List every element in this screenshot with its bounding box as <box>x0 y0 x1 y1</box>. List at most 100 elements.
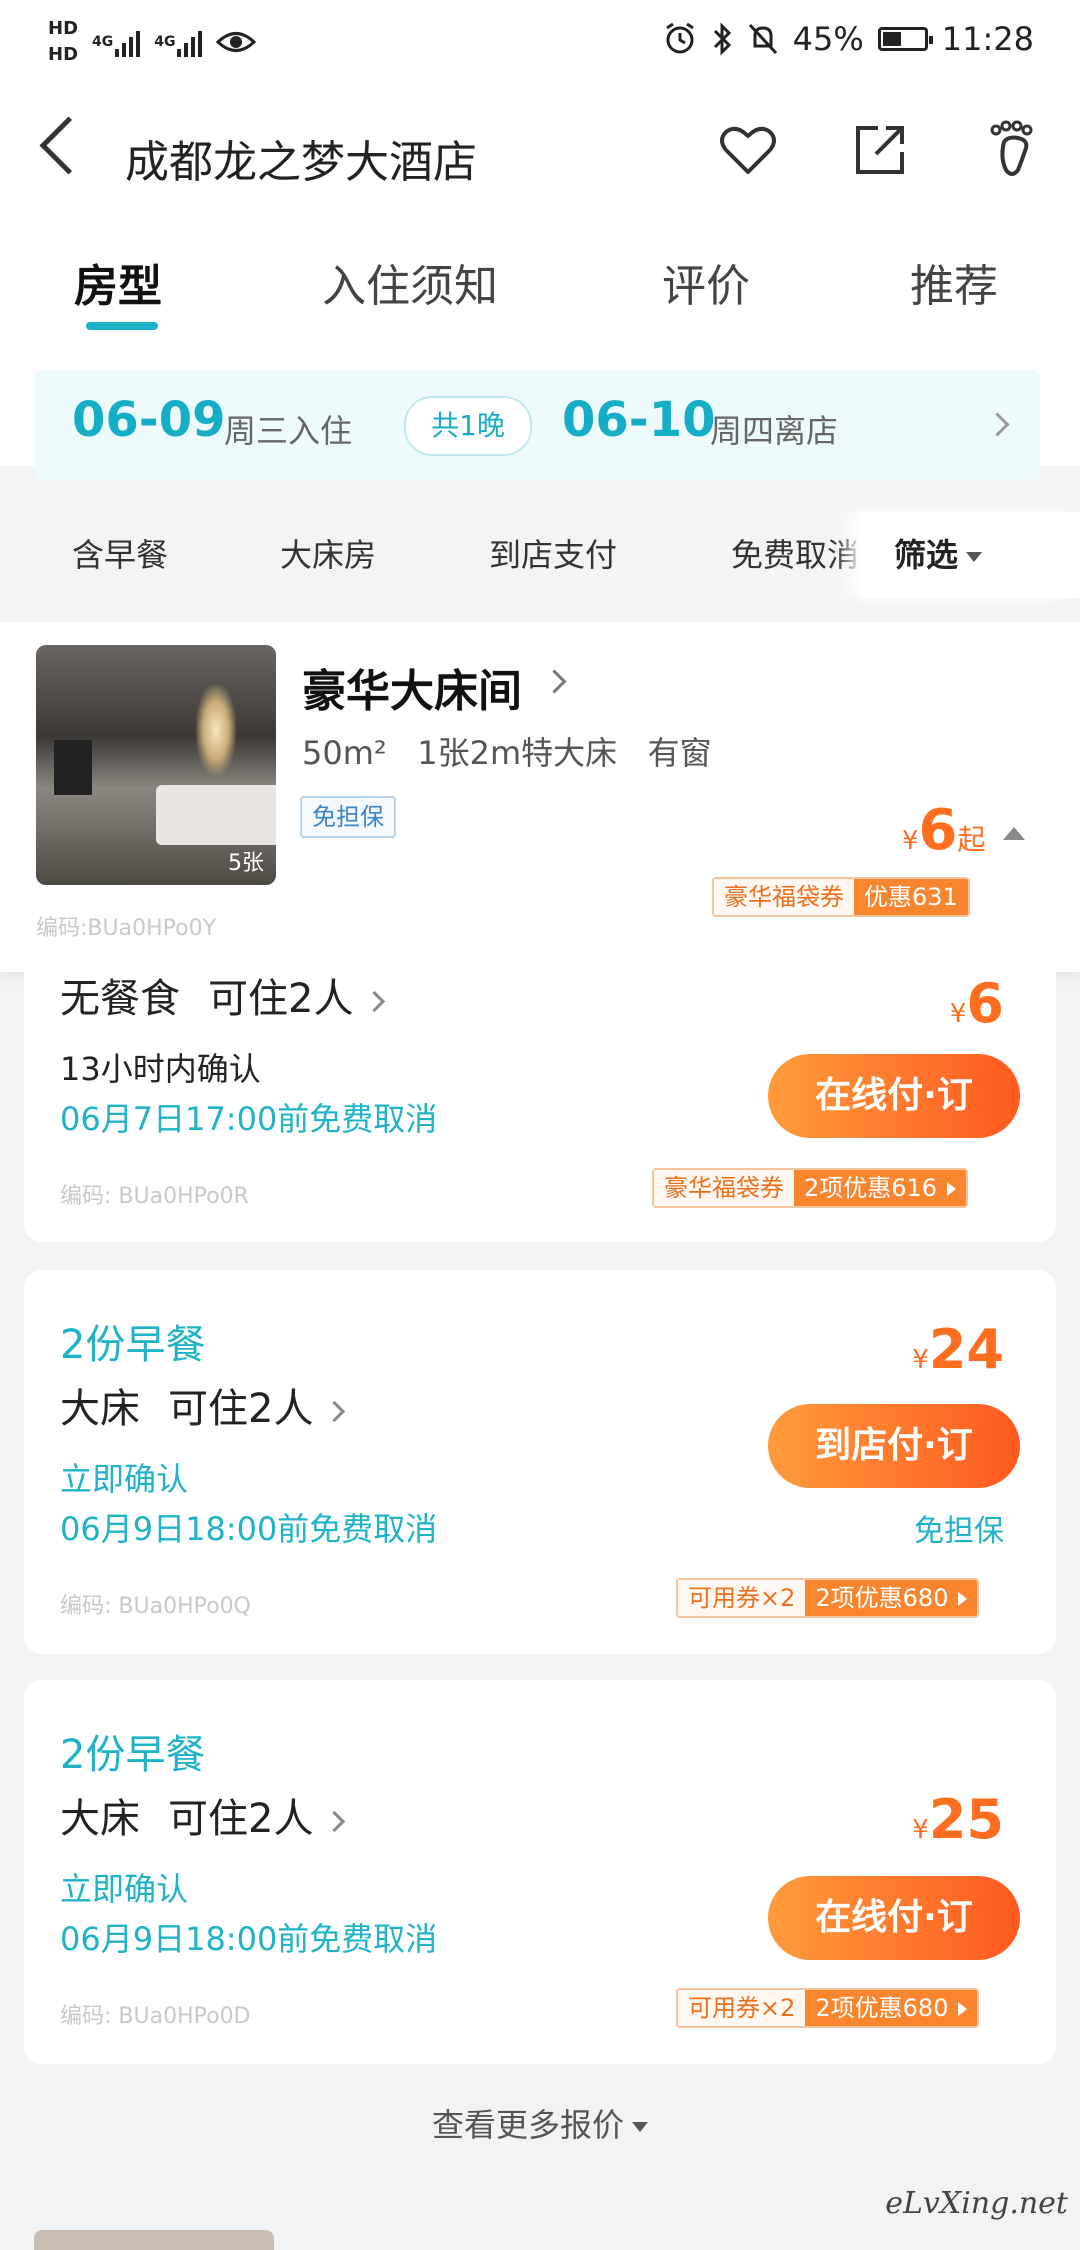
caret-down-icon <box>632 2122 648 2132</box>
coupon-label: 豪华福袋券 <box>714 879 854 915</box>
battery-percent: 45% <box>792 20 864 58</box>
currency-symbol: ¥ <box>949 999 967 1029</box>
hd-bottom: HD <box>48 44 79 65</box>
free-guarantee-label: 免担保 <box>914 1514 1004 1549</box>
book-pay-at-hotel-button[interactable]: 到店付·订 <box>768 1404 1020 1488</box>
network-type-1: 4G <box>92 34 114 50</box>
room-info: 50m² 1张2m特大床 有窗 <box>302 728 712 774</box>
chevron-right-icon <box>324 1810 346 1832</box>
photo-count: 5张 <box>228 851 264 876</box>
play-arrow-icon <box>947 1182 957 1196</box>
offer-code: 编码: BUa0HPo0R <box>60 1184 249 1209</box>
signal-2-icon: 4G <box>154 27 203 57</box>
currency-symbol: ¥ <box>912 1345 929 1375</box>
coupon-discount: 2项优惠680 <box>805 1580 978 1616</box>
chevron-right-icon <box>324 1400 346 1422</box>
next-room-photo-peek <box>34 2230 274 2250</box>
coupon-label: 豪华福袋券 <box>654 1170 794 1206</box>
room-price: ¥6起 <box>902 798 986 863</box>
status-bar: HD HD 4G 4G 45% 11:28 <box>0 0 1080 86</box>
play-arrow-icon <box>958 1592 968 1606</box>
tab-checkin-notes[interactable]: 入住须知 <box>322 250 498 314</box>
network-type-2: 4G <box>154 34 176 50</box>
tab-reviews[interactable]: 评价 <box>662 250 750 314</box>
coupon-discount: 2项优惠680 <box>805 1990 978 2026</box>
coupon-discount-text: 2项优惠680 <box>815 1994 949 2022</box>
coupon-discount-text: 2项优惠616 <box>804 1174 938 1202</box>
offer-cancel-policy: 06月9日18:00前免费取消 <box>60 1510 438 1548</box>
collapse-arrow-icon[interactable] <box>1003 827 1025 840</box>
battery-icon <box>877 27 933 51</box>
price-value: 6 <box>966 972 1004 1035</box>
view-more-label: 查看更多报价 <box>431 2106 624 2144</box>
share-icon[interactable] <box>848 118 912 182</box>
offer-bed: 大床 <box>60 1386 140 1432</box>
offer-meal: 2份早餐 <box>60 1322 206 1368</box>
offer-bed-line[interactable]: 无餐食 可住2人 <box>60 966 386 1024</box>
coupon-discount: 2项优惠616 <box>794 1170 967 1206</box>
chevron-right-icon <box>985 412 1010 437</box>
date-selector[interactable]: 06-09 周三入住 共1晚 06-10 周四离店 <box>34 370 1040 480</box>
chevron-right-icon <box>364 990 386 1012</box>
room-code: 编码:BUa0HPo0Y <box>36 916 217 941</box>
filter-button-label: 筛选 <box>894 536 959 574</box>
offer-price: ¥24 <box>912 1318 1004 1381</box>
price-value: 24 <box>928 1318 1004 1381</box>
offer-bed: 大床 <box>60 1796 140 1842</box>
hd-top: HD <box>48 18 79 39</box>
tab-recommend[interactable]: 推荐 <box>910 250 998 314</box>
tab-active-indicator <box>86 322 158 330</box>
bluetooth-icon <box>713 22 731 56</box>
offer-bed-line[interactable]: 大床 可住2人 <box>60 1376 346 1434</box>
coupon-badge[interactable]: 可用券×2 2项优惠680 <box>676 1988 980 2028</box>
offer-code: 编码: BUa0HPo0Q <box>60 1594 251 1619</box>
book-online-button[interactable]: 在线付·订 <box>768 1054 1020 1138</box>
offer-occupancy: 可住2人 <box>208 976 354 1022</box>
coupon-label: 可用券×2 <box>678 1580 806 1616</box>
coupon-discount: 优惠631 <box>854 879 968 915</box>
price-value: 25 <box>928 1788 1004 1851</box>
signal-1-icon: 4G <box>92 27 141 57</box>
tab-room-types[interactable]: 房型 <box>74 250 162 314</box>
heart-icon[interactable] <box>716 118 780 182</box>
hotel-title: 成都龙之梦大酒店 <box>125 137 477 188</box>
tab-bar: 房型 入住须知 评价 推荐 <box>0 250 1080 340</box>
filter-chip-king-bed[interactable]: 大床房 <box>238 512 418 598</box>
price-suffix: 起 <box>957 823 986 856</box>
checkout-date: 06-10 <box>562 392 716 448</box>
coupon-badge[interactable]: 豪华福袋券 优惠631 <box>712 877 970 917</box>
hd-indicator: HD HD <box>48 16 78 68</box>
footprint-icon[interactable] <box>982 118 1046 182</box>
coupon-discount-text: 2项优惠680 <box>815 1584 949 1612</box>
offer-confirm: 立即确认 <box>60 1870 189 1908</box>
offer-bed: 无餐食 <box>60 976 180 1022</box>
alarm-icon <box>665 22 694 54</box>
eye-icon <box>216 32 257 52</box>
offer-cancel-policy: 06月7日17:00前免费取消 <box>60 1100 438 1138</box>
clock-time: 11:28 <box>941 20 1034 58</box>
offer-occupancy: 可住2人 <box>168 1796 314 1842</box>
filter-chip-breakfast[interactable]: 含早餐 <box>30 512 210 598</box>
filter-chip-pay-at-hotel[interactable]: 到店支付 <box>446 512 660 598</box>
offer-price: ¥25 <box>912 1788 1004 1851</box>
coupon-label: 可用券×2 <box>678 1990 806 2026</box>
offer-occupancy: 可住2人 <box>168 1386 314 1432</box>
offer-cancel-policy: 06月9日18:00前免费取消 <box>60 1920 438 1958</box>
filter-button[interactable]: 筛选 <box>860 512 1080 598</box>
view-more-prices-button[interactable]: 查看更多报价 <box>0 2100 1080 2146</box>
offer-bed-line[interactable]: 大床 可住2人 <box>60 1786 346 1844</box>
room-photo[interactable]: 5张 <box>36 645 276 885</box>
coupon-badge[interactable]: 可用券×2 2项优惠680 <box>676 1578 980 1618</box>
room-area: 50m² <box>302 734 387 772</box>
room-name[interactable]: 豪华大床间 <box>302 655 522 719</box>
offer-price: ¥6 <box>950 972 1004 1035</box>
watermark: eLvXing.net <box>885 2186 1068 2221</box>
currency-symbol: ¥ <box>902 826 919 856</box>
caret-down-icon <box>966 552 983 562</box>
currency-symbol: ¥ <box>912 1815 929 1845</box>
room-window: 有窗 <box>647 734 712 772</box>
book-online-button[interactable]: 在线付·订 <box>768 1876 1020 1960</box>
coupon-badge[interactable]: 豪华福袋券 2项优惠616 <box>652 1168 969 1208</box>
price-value: 6 <box>918 798 958 863</box>
no-guarantee-tag: 免担保 <box>300 796 396 838</box>
